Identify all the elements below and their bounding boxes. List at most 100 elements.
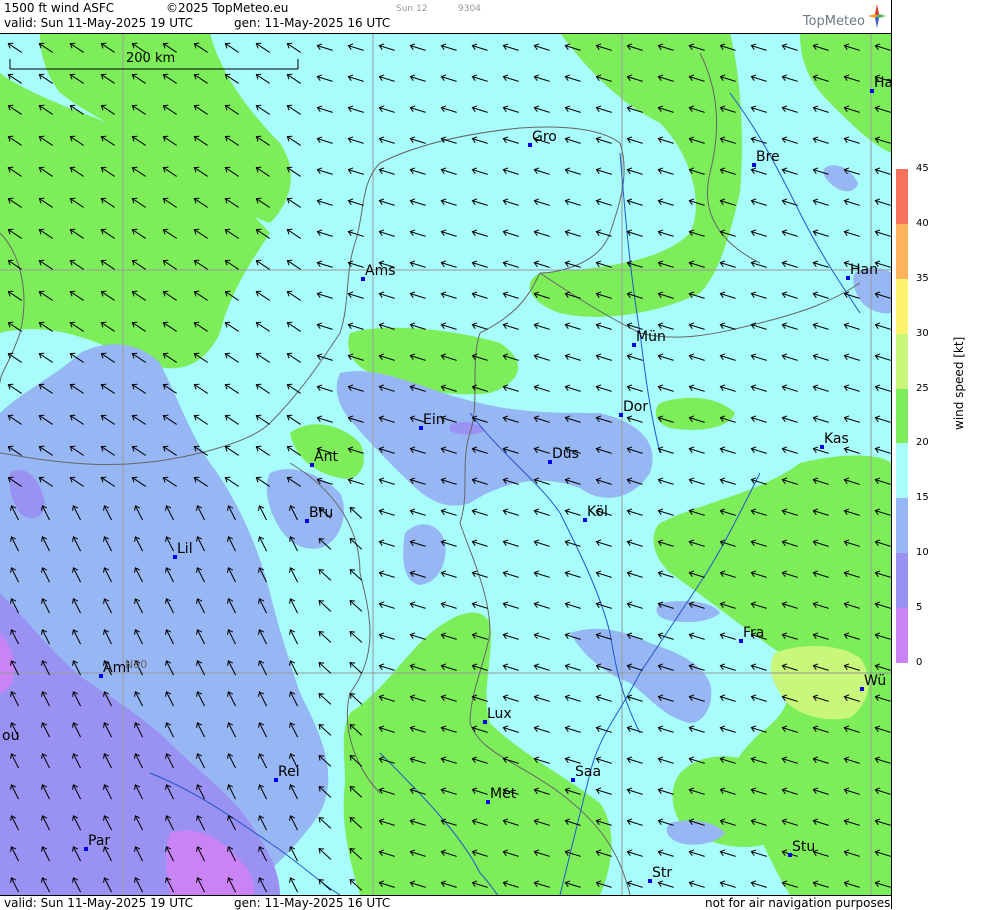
zone-green-northeast-corner bbox=[800, 33, 891, 153]
wind-arrow bbox=[657, 880, 674, 888]
wind-arrow bbox=[316, 198, 333, 206]
wind-arrow bbox=[286, 290, 301, 301]
wind-arrow bbox=[812, 291, 829, 299]
wind-arrow bbox=[533, 105, 550, 113]
zone-blue-koeln bbox=[403, 524, 446, 585]
wind-arrow bbox=[502, 632, 519, 640]
wind-arrow bbox=[471, 508, 488, 516]
wind-arrow bbox=[347, 322, 364, 330]
wind-arrow bbox=[812, 105, 829, 113]
wind-arrow bbox=[255, 321, 270, 332]
wind-arrow bbox=[657, 229, 674, 237]
city-marker bbox=[310, 463, 314, 467]
wind-arrow bbox=[657, 787, 674, 795]
legend-tick-label: 25 bbox=[916, 382, 929, 394]
wind-arrow bbox=[378, 291, 395, 299]
wind-arrow bbox=[874, 198, 891, 206]
wind-arrow bbox=[378, 105, 395, 113]
city-marker bbox=[274, 778, 278, 782]
wind-arrow bbox=[286, 73, 301, 84]
wind-arrow bbox=[595, 322, 612, 330]
wind-arrow bbox=[349, 662, 363, 674]
wind-arrow bbox=[378, 539, 395, 547]
legend-tick-label: 15 bbox=[916, 492, 929, 504]
topmeteo-logo: TopMeteo bbox=[787, 2, 887, 32]
wind-arrow bbox=[409, 322, 426, 330]
scale-label: 200 km bbox=[126, 51, 176, 66]
city-name: Ein bbox=[423, 412, 445, 428]
wind-arrow bbox=[286, 383, 301, 394]
wind-arrow bbox=[564, 539, 581, 547]
city-label: Fra bbox=[739, 625, 764, 643]
wind-arrow bbox=[440, 198, 457, 206]
city-label: Lux bbox=[483, 706, 512, 724]
wind-arrow bbox=[533, 663, 550, 671]
wind-arrow bbox=[289, 567, 299, 583]
wind-arrow bbox=[564, 353, 581, 361]
wind-arrow bbox=[719, 694, 736, 702]
city-label: Ha bbox=[870, 75, 891, 93]
city-name: Ant bbox=[314, 449, 338, 465]
wind-arrow bbox=[812, 136, 829, 144]
city-marker bbox=[84, 847, 88, 851]
city-name: Stu bbox=[792, 839, 816, 855]
wind-arrow bbox=[781, 353, 798, 361]
wind-arrow bbox=[657, 756, 674, 764]
wind-arrow bbox=[564, 756, 581, 764]
wind-arrow bbox=[409, 198, 426, 206]
city-label: Par bbox=[84, 833, 110, 851]
wind-arrow bbox=[409, 291, 426, 299]
wind-arrow bbox=[750, 694, 767, 702]
wind-arrow bbox=[657, 508, 674, 516]
wind-arrow bbox=[657, 384, 674, 392]
wind-arrow bbox=[750, 477, 767, 485]
legend-tick-label: 45 bbox=[916, 163, 929, 174]
wind-arrow bbox=[224, 414, 239, 425]
city-name: Düs bbox=[552, 446, 579, 462]
wind-arrow bbox=[347, 229, 364, 237]
wind-arrow bbox=[440, 508, 457, 516]
zone-blue-frankfurt bbox=[570, 628, 712, 723]
wind-arrow bbox=[781, 415, 798, 423]
city-name: Bru bbox=[309, 505, 334, 521]
wind-arrow bbox=[471, 105, 488, 113]
wind-arrow bbox=[378, 229, 395, 237]
legend-tick-label: 30 bbox=[916, 327, 929, 339]
legend-tick-label: 0 bbox=[916, 657, 923, 668]
city-marker bbox=[619, 413, 623, 417]
city-marker bbox=[305, 519, 309, 523]
wind-arrow bbox=[255, 104, 270, 115]
city-marker bbox=[548, 460, 552, 464]
wind-arrow bbox=[349, 538, 363, 550]
city-label: Mün bbox=[632, 329, 666, 347]
wind-arrow bbox=[626, 353, 643, 361]
wind-arrow bbox=[750, 880, 767, 888]
wind-arrow bbox=[409, 105, 426, 113]
wind-arrow bbox=[286, 228, 301, 239]
wind-arrow bbox=[471, 198, 488, 206]
wind-arrow bbox=[657, 136, 674, 144]
wind-arrow bbox=[409, 229, 426, 237]
wind-arrow bbox=[874, 415, 891, 423]
wind-arrow bbox=[750, 849, 767, 857]
wind-arrow bbox=[595, 601, 612, 609]
tiny-code-label: 9304 bbox=[458, 4, 481, 14]
wind-arrow bbox=[533, 260, 550, 268]
wind-arrow bbox=[286, 197, 301, 208]
wind-arrow bbox=[564, 229, 581, 237]
wind-arrow bbox=[595, 105, 612, 113]
wind-arrow bbox=[471, 322, 488, 330]
city-name: Rei bbox=[278, 764, 300, 780]
wind-arrow bbox=[626, 849, 643, 857]
wind-arrow bbox=[471, 229, 488, 237]
city-label: ou bbox=[2, 728, 19, 744]
wind-arrow bbox=[719, 849, 736, 857]
wind-arrow bbox=[688, 477, 705, 485]
wind-arrow bbox=[564, 601, 581, 609]
wind-arrow bbox=[409, 74, 426, 82]
compass-icon bbox=[868, 4, 886, 28]
wind-arrow bbox=[843, 198, 860, 206]
wind-arrow bbox=[471, 43, 488, 51]
city-name: Kas bbox=[824, 431, 849, 447]
city-label: Ami bbox=[99, 660, 130, 678]
